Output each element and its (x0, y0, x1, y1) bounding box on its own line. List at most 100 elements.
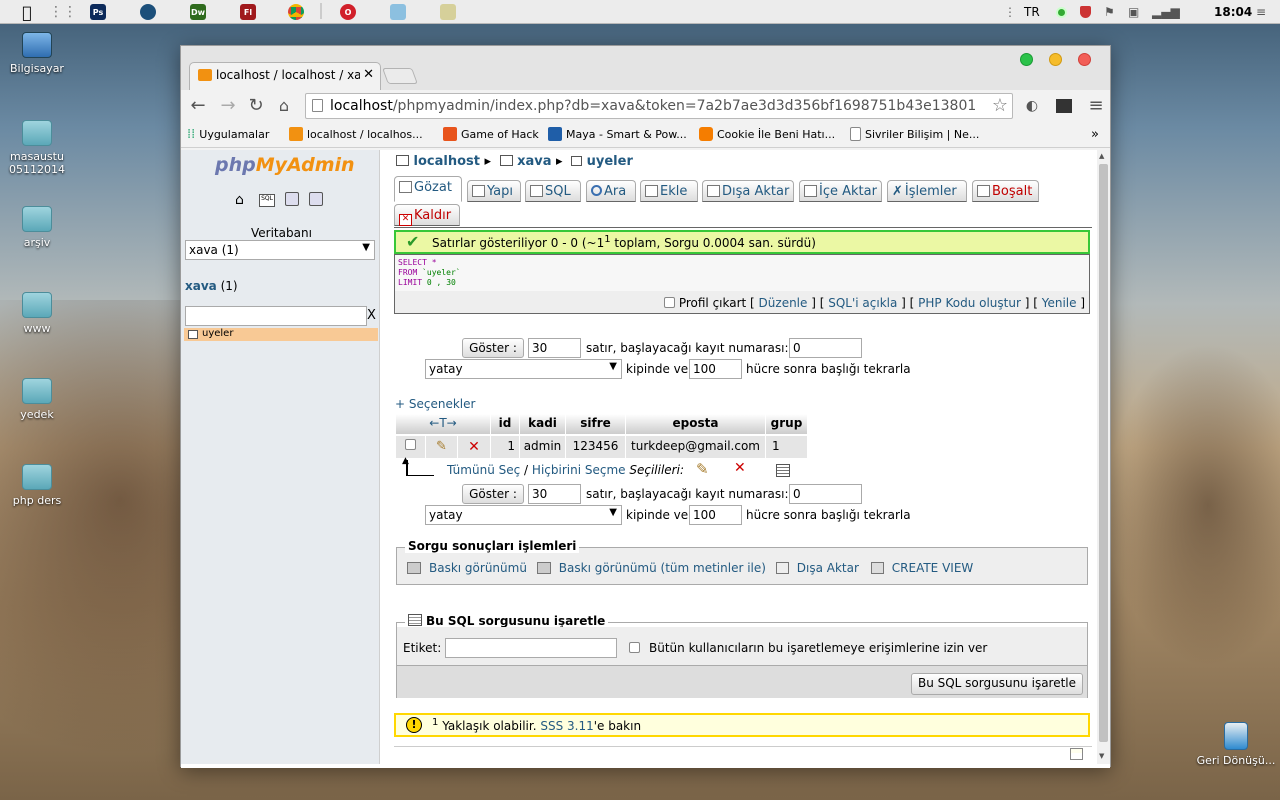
create-view-link[interactable]: CREATE VIEW (892, 561, 974, 575)
forward-icon[interactable]: → (217, 96, 239, 116)
faq-link[interactable]: SSS 3.11 (540, 719, 593, 733)
repeat-input-bottom[interactable]: 100 (689, 505, 742, 525)
desktop-icon-trash[interactable]: Geri Dönüşü... (1196, 722, 1276, 767)
desktop-icon-folder[interactable]: www (0, 292, 77, 335)
bookmark-item[interactable]: Game of Hack (443, 127, 539, 141)
reload-icon[interactable]: ↻ (245, 96, 267, 116)
tab-empty[interactable]: Boşalt (972, 180, 1039, 202)
chrome-icon[interactable] (288, 3, 304, 21)
show-button-bottom[interactable]: Göster : (462, 484, 524, 504)
clear-filter-button[interactable]: X (367, 308, 376, 323)
explain-link[interactable]: SQL'i açıkla (828, 296, 897, 310)
opera-icon[interactable]: O (340, 3, 356, 21)
bookmark-item[interactable]: localhost / localhos... (289, 127, 423, 141)
nav-table-item[interactable]: uyeler (184, 328, 378, 341)
desktop-icon-folder[interactable]: php ders (0, 464, 77, 507)
database-link[interactable]: xava (1) (185, 279, 238, 293)
clipboard-icon[interactable]: ▣ (1128, 3, 1139, 21)
refresh-link[interactable]: Yenile (1042, 296, 1077, 310)
mode-select-bottom[interactable]: yatay ▼ (425, 505, 622, 525)
chrome-menu-icon[interactable]: ≡ (1085, 96, 1107, 116)
browser-tab[interactable]: localhost / localhost / xa ✕ (189, 62, 381, 90)
edit-icon[interactable]: ✎ (436, 439, 447, 454)
close-tab-icon[interactable]: ✕ (360, 67, 374, 82)
mode-select[interactable]: yatay ▼ (425, 359, 622, 379)
ps-icon[interactable]: Ps (90, 3, 106, 21)
bookmark-item[interactable]: Cookie İle Beni Hatı... (699, 127, 835, 141)
column-header-id[interactable]: id (491, 414, 520, 434)
volume-icon[interactable]: 🔈︎ (1176, 3, 1183, 21)
desktop-icon-folder[interactable]: yedek (0, 378, 77, 421)
tab-drop[interactable]: ✕ Kaldır (394, 204, 460, 226)
close-window-button[interactable] (1078, 53, 1091, 66)
bulk-delete-icon[interactable]: ✕ (734, 460, 746, 476)
database-select[interactable]: xava (1) ▼ (185, 240, 375, 260)
print-view-link[interactable]: Baskı görünümü (429, 561, 527, 575)
desktop-icon-folder[interactable]: masaustu 05112014 (0, 120, 77, 176)
table-cell-eposta[interactable]: turkdeep@gmail.com (626, 436, 766, 458)
page-scrollbar[interactable]: ▲ ▼ (1097, 150, 1110, 764)
breadcrumb-database[interactable]: xava (517, 154, 551, 169)
tab-insert[interactable]: Ekle (640, 180, 698, 202)
table-filter-input[interactable] (185, 306, 367, 326)
scrollbar-thumb[interactable] (1099, 164, 1108, 742)
column-header-kadi[interactable]: kadi (520, 414, 566, 434)
minimize-button[interactable] (1049, 53, 1062, 66)
start-input-bottom[interactable]: 0 (789, 484, 862, 504)
table-cell-sifre[interactable]: 123456 (566, 436, 626, 458)
sql-query[interactable]: SELECT * FROM `uyeler` LIMIT 0 , 30 (395, 255, 1089, 291)
select-all-link[interactable]: Tümünü Seç (447, 463, 520, 477)
clock[interactable]: 18:04 (1214, 3, 1252, 21)
rows-input[interactable]: 30 (528, 338, 581, 358)
table-cell-kadi[interactable]: admin (520, 436, 566, 458)
column-header-sifre[interactable]: sifre (566, 414, 626, 434)
apple-icon[interactable]:  (18, 3, 36, 22)
new-tab-button[interactable] (382, 68, 418, 84)
repeat-input[interactable]: 100 (689, 359, 742, 379)
desktop-icon-folder[interactable]: arşiv (0, 206, 77, 249)
fl-icon[interactable]: Fl (240, 3, 256, 21)
extension-icon[interactable]: ◐ (1021, 96, 1043, 116)
table-cell-grup[interactable]: 1 (766, 436, 808, 458)
home-icon[interactable]: ⌂ (235, 192, 244, 208)
tab-operations[interactable]: ✗ İşlemler (887, 180, 967, 202)
breadcrumb-server[interactable]: localhost (414, 154, 480, 169)
maximize-button[interactable] (1020, 53, 1033, 66)
bookmark-apps[interactable]: ⁞⁞ Uygulamalar (187, 127, 269, 142)
profile-icon[interactable] (1053, 96, 1075, 116)
column-header-grup[interactable]: grup (766, 414, 808, 434)
desktop-icon-computer[interactable]: Bilgisayar (0, 32, 77, 75)
php-code-link[interactable]: PHP Kodu oluştur (918, 296, 1021, 310)
itunes-icon[interactable] (140, 3, 156, 21)
start-input[interactable]: 0 (789, 338, 862, 358)
export-link[interactable]: Dışa Aktar (797, 561, 859, 575)
shield-icon[interactable] (1080, 3, 1091, 21)
rows-input-bottom[interactable]: 30 (528, 484, 581, 504)
bookmark-submit-button[interactable]: Bu SQL sorgusunu işaretle (911, 673, 1083, 695)
breadcrumb-table[interactable]: uyeler (587, 154, 633, 169)
grid-icon[interactable]: ⋮ (1004, 3, 1016, 21)
bookmarks-more[interactable]: » (1091, 127, 1099, 142)
show-button[interactable]: Göster : (462, 338, 524, 358)
help-icon[interactable] (309, 192, 323, 206)
bookmark-item[interactable]: Sivriler Bilişim | Ne... (850, 127, 979, 141)
star-icon[interactable]: ☆ (992, 95, 1008, 116)
table-cell-id[interactable]: 1 (491, 436, 520, 458)
docs-icon[interactable] (285, 192, 299, 206)
bulk-edit-icon[interactable]: ✎ (696, 460, 709, 478)
column-arrows[interactable]: ←T→ (396, 414, 491, 434)
tab-sql[interactable]: SQL (525, 180, 581, 202)
language-indicator[interactable]: TR (1024, 3, 1040, 21)
tab-search[interactable]: Ara (586, 180, 636, 202)
tab-browse[interactable]: Gözat (394, 176, 462, 202)
tab-import[interactable]: İçe Aktar (799, 180, 882, 202)
console-icon[interactable] (1070, 748, 1083, 760)
bookmark-item[interactable]: Maya - Smart & Pow... (548, 127, 687, 141)
bookmark-label-input[interactable] (445, 638, 617, 658)
status-icon[interactable] (1056, 3, 1067, 21)
dw-icon[interactable]: Dw (190, 3, 206, 21)
menu-icon[interactable]: ≡ (1256, 3, 1266, 21)
url-bar[interactable]: localhost/phpmyadmin/index.php?db=xava&t… (305, 93, 1013, 119)
profile-checkbox[interactable] (664, 297, 675, 308)
home-icon[interactable]: ⌂ (273, 96, 295, 116)
